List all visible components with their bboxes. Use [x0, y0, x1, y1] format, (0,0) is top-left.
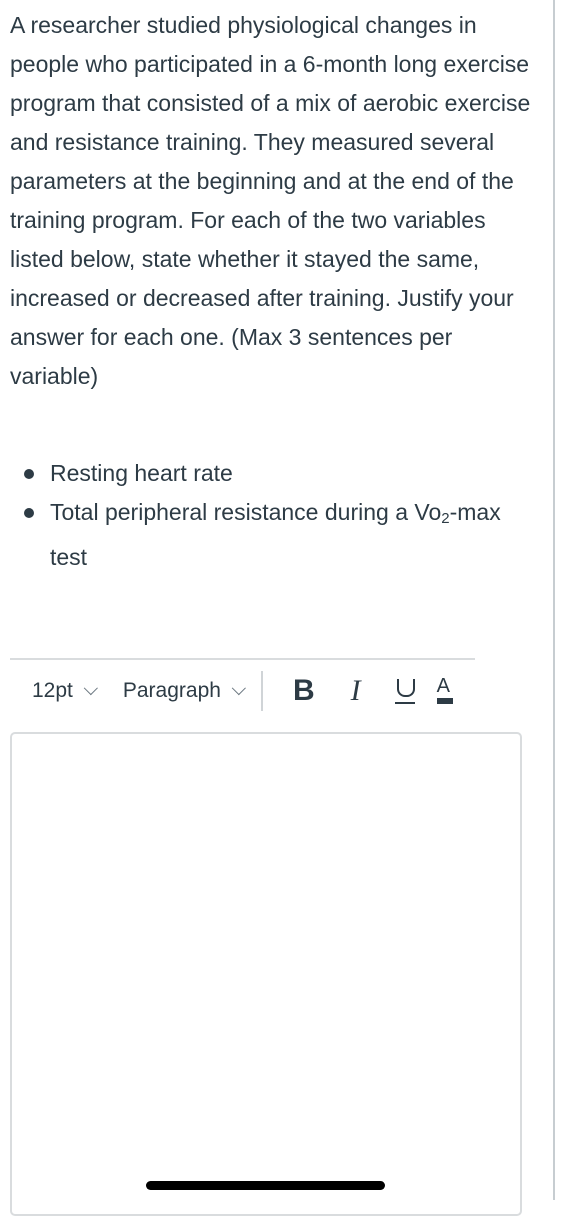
list-item: Resting heart rate	[10, 454, 540, 493]
font-size-select[interactable]: 12pt	[32, 679, 98, 703]
page-edge-border	[553, 0, 555, 1200]
chevron-down-icon	[231, 681, 246, 696]
subscript: 2	[441, 510, 450, 527]
bold-icon: B	[292, 674, 315, 707]
variable-list: Resting heart rate Total peripheral resi…	[10, 454, 540, 577]
text-color-swatch	[436, 698, 453, 704]
text-color-button[interactable]: A	[436, 675, 455, 707]
block-format-value: Paragraph	[122, 679, 221, 702]
list-item-text: Total peripheral resistance during a Vo	[50, 499, 442, 525]
block-format-select[interactable]: Paragraph	[122, 679, 246, 703]
underline-button[interactable]	[394, 675, 415, 707]
italic-icon: I	[350, 674, 361, 707]
underline-icon	[396, 679, 415, 697]
list-item: Total peripheral resistance during a Vo2…	[10, 493, 540, 577]
underline-bar	[394, 702, 415, 704]
chevron-down-icon	[83, 681, 98, 696]
bullet-icon	[24, 508, 34, 518]
editor-toolbar: 12pt Paragraph B I A	[10, 668, 530, 714]
italic-button[interactable]: I	[351, 674, 361, 708]
answer-editor[interactable]	[10, 732, 522, 1216]
question-paragraph: A researcher studied physiological chang…	[10, 12, 531, 389]
text-color-icon: A	[436, 675, 450, 697]
home-indicator[interactable]	[146, 1181, 385, 1190]
bullet-icon	[24, 469, 34, 479]
toolbar-separator	[260, 671, 263, 711]
list-item-text: Resting heart rate	[50, 460, 233, 486]
question-text: A researcher studied physiological chang…	[10, 6, 540, 396]
divider	[10, 658, 475, 660]
bold-button[interactable]: B	[293, 674, 315, 708]
font-size-value: 12pt	[32, 679, 73, 702]
